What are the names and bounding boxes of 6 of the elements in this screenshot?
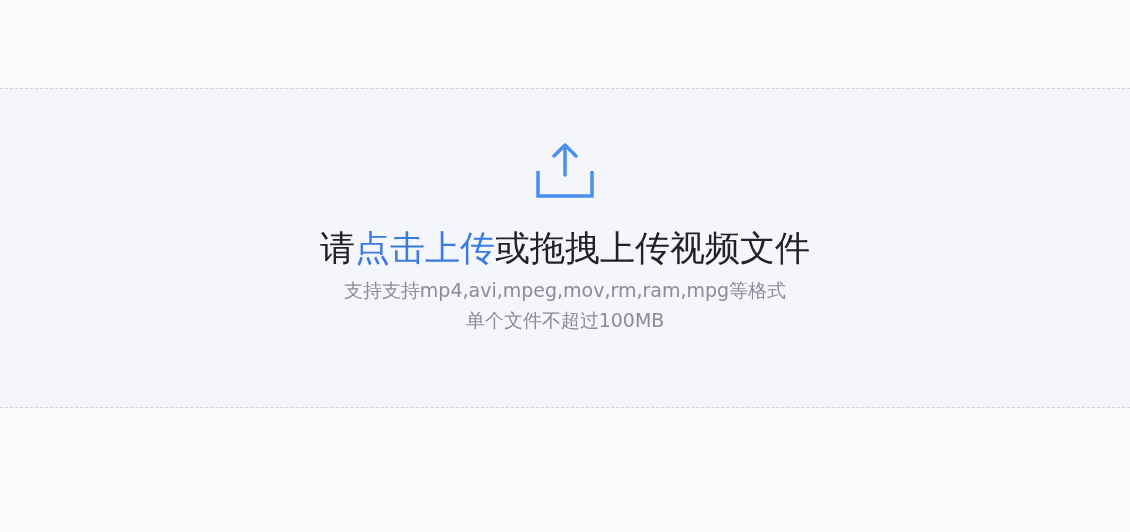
upload-prompt: 请点击上传或拖拽上传视频文件 (320, 227, 810, 270)
upload-icon (535, 141, 595, 199)
click-upload-link[interactable]: 点击上传 (355, 228, 495, 268)
upload-drop-zone[interactable]: 请点击上传或拖拽上传视频文件 支持支持mp4,avi,mpeg,mov,rm,ram,mpg等格式 单个文件不超过100MB (0, 88, 1130, 408)
size-note: 单个文件不超过100MB (465, 308, 665, 333)
formats-note: 支持支持mp4,avi,mpeg,mov,rm,ram,mpg等格式 (343, 278, 787, 303)
